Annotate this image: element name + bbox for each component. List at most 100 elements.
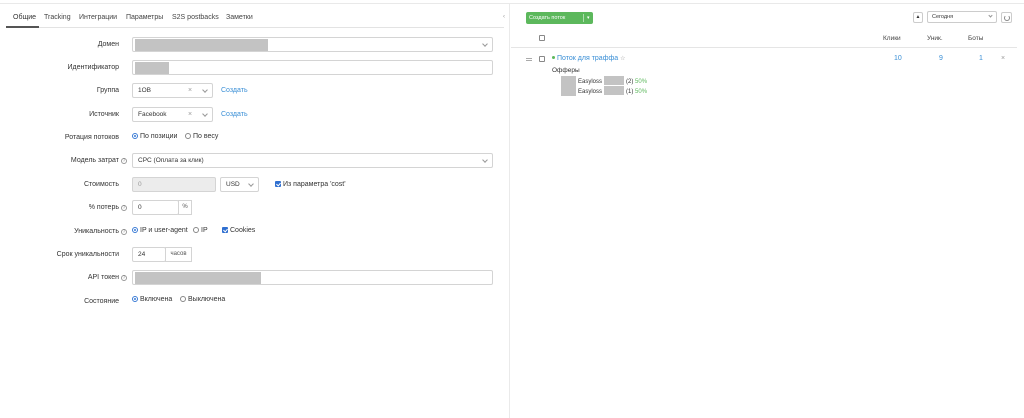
drag-handle-icon[interactable] bbox=[526, 58, 532, 61]
help-icon[interactable]: ? bbox=[121, 205, 127, 211]
uniqueness-ip-radio[interactable]: IP bbox=[193, 227, 208, 234]
button-separator bbox=[583, 14, 584, 22]
create-source-link[interactable]: Создать bbox=[221, 111, 248, 118]
close-icon[interactable]: × bbox=[1001, 55, 1005, 62]
domain-label: Домен bbox=[97, 41, 119, 48]
uniqueness-label: Уникальность? bbox=[74, 228, 127, 235]
offer-name: Easyloss bbox=[578, 89, 603, 95]
loss-input[interactable]: 0 bbox=[132, 200, 179, 215]
cost-value: 0 bbox=[138, 181, 142, 188]
offer-count: (2) bbox=[626, 79, 634, 85]
streams-panel: Создать поток ▾ ▲ Сегодня Клики Уник. Бо… bbox=[511, 4, 1024, 418]
uniq-period-input[interactable]: 24 bbox=[132, 247, 166, 262]
stream-unique[interactable]: 9 bbox=[939, 55, 943, 62]
select-all-checkbox[interactable] bbox=[539, 35, 545, 41]
uniqueness-option-label: IP bbox=[201, 227, 208, 234]
rotation-by-position-radio[interactable]: По позиции bbox=[132, 133, 177, 140]
redacted-offer bbox=[604, 76, 625, 85]
radio-unchecked-icon bbox=[180, 296, 186, 302]
tab-tracking[interactable]: Tracking bbox=[44, 14, 71, 21]
percent-addon: % bbox=[178, 200, 192, 215]
radio-checked-icon bbox=[132, 227, 138, 233]
uniq-period-value: 24 bbox=[138, 251, 146, 258]
cookies-checkbox[interactable]: Cookies bbox=[222, 227, 255, 234]
state-label: Состояние bbox=[84, 298, 119, 305]
help-icon[interactable]: ? bbox=[121, 158, 127, 164]
identifier-label: Идентификатор bbox=[67, 64, 119, 71]
tab-parameters[interactable]: Параметры bbox=[126, 14, 163, 21]
uniqueness-label-text: Уникальность bbox=[74, 228, 119, 235]
cost-model-label: Модель затрат? bbox=[71, 157, 127, 164]
redacted-offer bbox=[604, 86, 625, 95]
cost-from-param-checkbox[interactable]: Из параметра 'cost' bbox=[275, 181, 346, 188]
offer-share: 50% bbox=[635, 79, 648, 85]
stream-checkbox[interactable] bbox=[539, 56, 545, 62]
create-group-link[interactable]: Создать bbox=[221, 87, 248, 94]
tab-s2s-postbacks[interactable]: S2S postbacks bbox=[172, 14, 219, 21]
rotation-label: Ротация потоков bbox=[64, 134, 119, 141]
star-icon[interactable]: ☆ bbox=[620, 56, 625, 62]
settings-tabs: Общие Tracking Интеграции Параметры S2S … bbox=[6, 8, 504, 28]
cost-model-label-text: Модель затрат bbox=[70, 157, 119, 164]
redacted-api-token bbox=[135, 272, 261, 284]
offers-title: Офферы bbox=[552, 67, 580, 74]
api-token-label-text: API токен bbox=[87, 274, 119, 281]
chevron-down-icon bbox=[988, 13, 993, 18]
redacted-domain bbox=[135, 39, 268, 51]
chevron-left-icon[interactable]: ‹ bbox=[503, 14, 505, 20]
stream-bots[interactable]: 1 bbox=[979, 55, 983, 62]
tab-integrations[interactable]: Интеграции bbox=[79, 14, 117, 21]
state-disabled-radio[interactable]: Выключена bbox=[180, 296, 225, 303]
stream-row: Поток для траффа ☆ 10 9 1 × Офферы Easylo… bbox=[511, 52, 1017, 102]
tab-general[interactable]: Общие bbox=[13, 14, 36, 21]
currency-select[interactable]: USD bbox=[220, 177, 259, 192]
status-dot-icon bbox=[552, 56, 555, 59]
caret-down-icon[interactable]: ▾ bbox=[587, 12, 590, 24]
help-icon[interactable]: ? bbox=[121, 229, 127, 235]
source-value: Facebook bbox=[138, 111, 167, 118]
radio-checked-icon bbox=[132, 133, 138, 139]
group-label: Группа bbox=[96, 87, 119, 94]
cost-label: Стоимость bbox=[83, 181, 119, 188]
create-stream-label: Создать поток bbox=[529, 15, 566, 21]
hours-addon: часов bbox=[165, 247, 192, 262]
radio-unchecked-icon bbox=[193, 227, 199, 233]
clear-icon[interactable]: × bbox=[188, 108, 192, 121]
source-select[interactable]: Facebook × bbox=[132, 107, 213, 122]
stream-name-link[interactable]: Поток для траффа ☆ bbox=[552, 55, 626, 62]
api-token-label: API токен? bbox=[88, 274, 127, 281]
radio-checked-icon bbox=[132, 296, 138, 302]
state-enabled-radio[interactable]: Включена bbox=[132, 296, 172, 303]
streams-table-header: Клики Уник. Боты bbox=[511, 28, 1017, 48]
loss-label: % потерь? bbox=[89, 204, 127, 211]
group-select[interactable]: 1OB × bbox=[132, 83, 213, 98]
radio-unchecked-icon bbox=[185, 133, 191, 139]
offer-share: 50% bbox=[635, 89, 648, 95]
uniqueness-ip-ua-radio[interactable]: IP и user-agent bbox=[132, 227, 188, 234]
offer-item: Easyloss (2) 50% bbox=[578, 76, 647, 85]
identifier-input[interactable] bbox=[132, 60, 493, 75]
create-stream-button[interactable]: Создать поток ▾ bbox=[526, 12, 593, 24]
rotation-option-label: По весу bbox=[193, 133, 219, 140]
group-value: 1OB bbox=[138, 87, 152, 94]
period-select[interactable]: Сегодня bbox=[927, 11, 997, 23]
api-token-input[interactable] bbox=[132, 270, 493, 285]
chevron-down-icon bbox=[202, 111, 208, 117]
rotation-by-weight-radio[interactable]: По весу bbox=[185, 133, 218, 140]
rotation-option-label: По позиции bbox=[140, 133, 178, 140]
sort-up-icon[interactable]: ▲ bbox=[913, 12, 923, 23]
tab-notes[interactable]: Заметки bbox=[226, 14, 253, 21]
help-icon[interactable]: ? bbox=[121, 275, 127, 281]
domain-select[interactable] bbox=[132, 37, 493, 52]
refresh-icon[interactable] bbox=[1001, 12, 1012, 23]
cost-model-select[interactable]: CPC (Оплата за клик) bbox=[132, 153, 493, 168]
loss-value: 0 bbox=[138, 204, 142, 211]
offer-count: (1) bbox=[626, 89, 634, 95]
state-option-label: Включена bbox=[140, 296, 173, 303]
clear-icon[interactable]: × bbox=[188, 84, 192, 97]
cost-input[interactable]: 0 bbox=[132, 177, 216, 192]
campaign-settings-panel: Общие Tracking Интеграции Параметры S2S … bbox=[0, 4, 510, 418]
stream-clicks[interactable]: 10 bbox=[894, 55, 902, 62]
cost-model-value: CPC (Оплата за клик) bbox=[138, 157, 204, 164]
redacted-offer-image bbox=[561, 76, 576, 96]
